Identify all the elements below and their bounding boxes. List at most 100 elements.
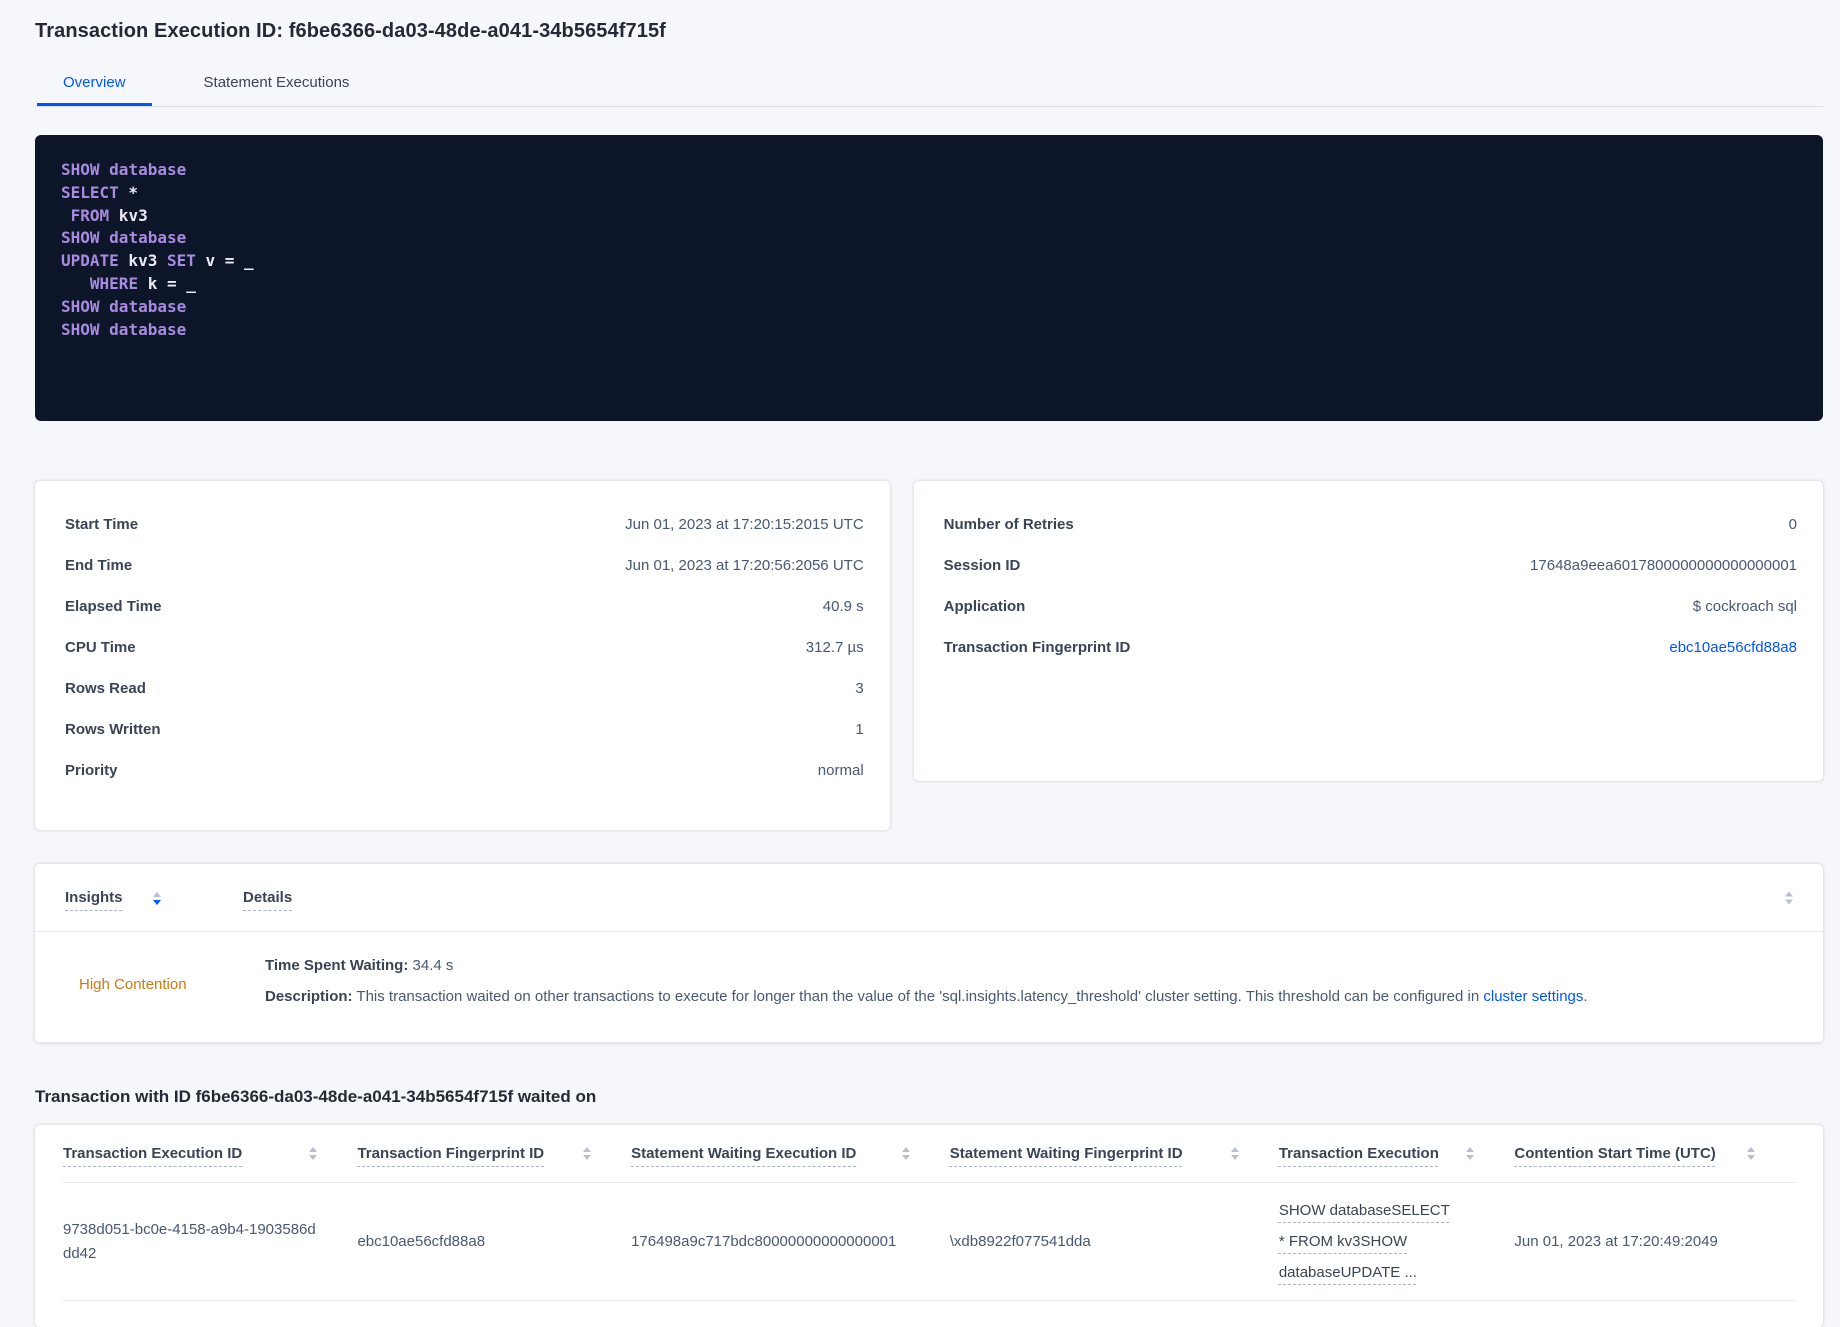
sort-icon[interactable]	[309, 1147, 318, 1160]
summary-row: Priority normal	[65, 759, 864, 782]
sql-text: kv3	[109, 205, 148, 225]
sort-down-arrow	[901, 1155, 910, 1160]
column-header-transaction-execution[interactable]: Transaction Execution	[1279, 1145, 1515, 1162]
sql-keyword: database	[109, 228, 187, 248]
summary-row: Transaction Fingerprint ID ebc10ae56cfd88…	[944, 636, 1797, 659]
sql-line: SHOW database	[61, 319, 1797, 342]
column-header-statement-waiting-fingerprint-id[interactable]: Statement Waiting Fingerprint ID	[950, 1145, 1279, 1162]
transaction-fingerprint-id-link[interactable]: ebc10ae56cfd88a8	[1669, 636, 1797, 659]
insight-details: Time Spent Waiting: 34.4 s Description: …	[243, 954, 1793, 1016]
time-spent-waiting-line: Time Spent Waiting: 34.4 s	[265, 954, 1793, 978]
tab-statement-executions[interactable]: Statement Executions	[178, 68, 376, 106]
waited-on-table-card: Transaction Execution ID Transaction Fing…	[35, 1125, 1823, 1327]
sql-line: FROM kv3	[61, 205, 1797, 228]
sort-up-arrow	[152, 891, 161, 897]
sort-icon[interactable]	[1746, 1147, 1755, 1160]
column-header-label[interactable]: Transaction Execution	[1279, 1145, 1439, 1162]
sort-down-arrow	[309, 1155, 318, 1160]
transaction-execution-cell[interactable]: SHOW databaseSELECT * FROM kv3SHOW datab…	[1279, 1195, 1515, 1288]
column-header-contention-start-time-utc[interactable]: Contention Start Time (UTC)	[1514, 1145, 1795, 1162]
sort-icon[interactable]	[1230, 1147, 1239, 1160]
sql-text: k = _	[138, 273, 196, 293]
sql-line: SHOW database	[61, 296, 1797, 319]
insights-header-label[interactable]: Insights	[65, 889, 123, 906]
summary-value: 17648a9eea6017800000000000000001	[1530, 557, 1797, 574]
sql-line: SHOW database	[61, 159, 1797, 182]
sort-up-arrow	[1230, 1147, 1239, 1152]
column-header-label[interactable]: Transaction Fingerprint ID	[357, 1145, 544, 1162]
summary-row: Start Time Jun 01, 2023 at 17:20:15:2015 …	[65, 513, 864, 536]
sort-down-arrow	[1466, 1155, 1475, 1160]
sort-icon[interactable]	[583, 1147, 592, 1160]
sql-code: SHOW database SELECT * FROM kv3 SHOW datab…	[61, 159, 1797, 341]
sort-down-arrow	[1746, 1155, 1755, 1160]
summary-label: Elapsed Time	[65, 598, 162, 615]
insights-table-header: Insights Details	[35, 864, 1823, 932]
summary-label: Application	[943, 598, 1026, 615]
sql-keyword: SHOW	[61, 296, 100, 316]
execution-attributes-rows: Number of Retries 0 Session ID 17648a9eea60…	[944, 513, 1797, 659]
description-text: This transaction waited on other transac…	[356, 988, 1484, 1005]
summary-value: 1	[855, 721, 864, 738]
column-header-label[interactable]: Contention Start Time (UTC)	[1514, 1145, 1715, 1162]
summary-row: Elapsed Time 40.9 s	[65, 595, 864, 618]
transaction-fingerprint-id-cell: ebc10ae56cfd88a8	[357, 1232, 486, 1250]
sort-down-arrow	[1785, 899, 1793, 904]
summary-row: Rows Read 3	[65, 677, 864, 700]
waited-on-table-header: Transaction Execution ID Transaction Fing…	[63, 1125, 1795, 1183]
sql-text: *	[118, 182, 139, 202]
sort-up-arrow	[583, 1147, 592, 1152]
summary-value: normal	[817, 762, 864, 779]
column-header-transaction-execution-id[interactable]: Transaction Execution ID	[63, 1145, 357, 1162]
column-header-details[interactable]: Details	[243, 889, 292, 906]
summary-label: Start Time	[65, 516, 139, 533]
summary-row: Rows Written 1	[65, 718, 864, 741]
summary-label: Rows Read	[65, 680, 146, 697]
sort-icon[interactable]	[1466, 1147, 1475, 1160]
description-suffix: .	[1583, 988, 1588, 1005]
sql-keyword: SELECT	[61, 182, 119, 202]
sort-icon[interactable]	[1785, 891, 1793, 904]
column-header-statement-waiting-execution-id[interactable]: Statement Waiting Execution ID	[631, 1145, 950, 1162]
page-title: Transaction Execution ID: f6be6366-da03-…	[35, 20, 666, 42]
sql-text: v = _	[195, 251, 254, 271]
cluster-settings-link[interactable]: cluster settings	[1483, 988, 1583, 1005]
summary-row: End Time Jun 01, 2023 at 17:20:56:2056 UT…	[65, 554, 864, 577]
summary-value: 3	[855, 680, 864, 697]
sql-keyword: UPDATE	[61, 251, 119, 271]
sort-up-arrow	[901, 1147, 910, 1152]
sort-down-arrow	[152, 899, 161, 905]
column-header-label[interactable]: Statement Waiting Execution ID	[631, 1145, 856, 1162]
sql-keyword: SET	[166, 251, 196, 271]
summary-row: CPU Time 312.7 µs	[65, 636, 864, 659]
sql-keyword: SHOW	[61, 228, 100, 248]
column-header-label[interactable]: Statement Waiting Fingerprint ID	[950, 1145, 1183, 1162]
waited-on-table-row: 9738d051-bc0e-4158-a9b4-1903586ddd42 ebc1…	[63, 1183, 1795, 1301]
tab-bar: Overview Statement Executions	[35, 68, 1823, 107]
contention-start-time-cell: Jun 01, 2023 at 17:20:49:2049	[1514, 1232, 1718, 1250]
sql-keyword: database	[109, 296, 187, 316]
sql-line: UPDATE kv3 SET v = _	[61, 250, 1797, 273]
summary-label: Number of Retries	[943, 516, 1074, 533]
summary-value: 40.9 s	[822, 598, 864, 615]
sort-up-arrow	[1785, 891, 1793, 896]
summary-value: Jun 01, 2023 at 17:20:15:2015 UTC	[625, 516, 864, 533]
summary-label: Rows Written	[65, 721, 161, 738]
sort-icon[interactable]	[152, 891, 161, 905]
sql-text: kv3	[118, 251, 167, 271]
time-spent-waiting-value: 34.4 s	[412, 957, 454, 974]
tab-overview[interactable]: Overview	[37, 68, 152, 106]
sort-up-arrow	[1466, 1147, 1475, 1152]
column-header-transaction-fingerprint-id[interactable]: Transaction Fingerprint ID	[357, 1145, 631, 1162]
column-header-insights[interactable]: Insights	[65, 889, 217, 906]
description-label: Description:	[265, 988, 353, 1005]
description-line: Description: This transaction waited on …	[265, 985, 1793, 1009]
sort-icon[interactable]	[901, 1147, 910, 1160]
summary-row: Application $ cockroach sql	[944, 595, 1797, 618]
column-header-label[interactable]: Transaction Execution ID	[63, 1145, 242, 1162]
